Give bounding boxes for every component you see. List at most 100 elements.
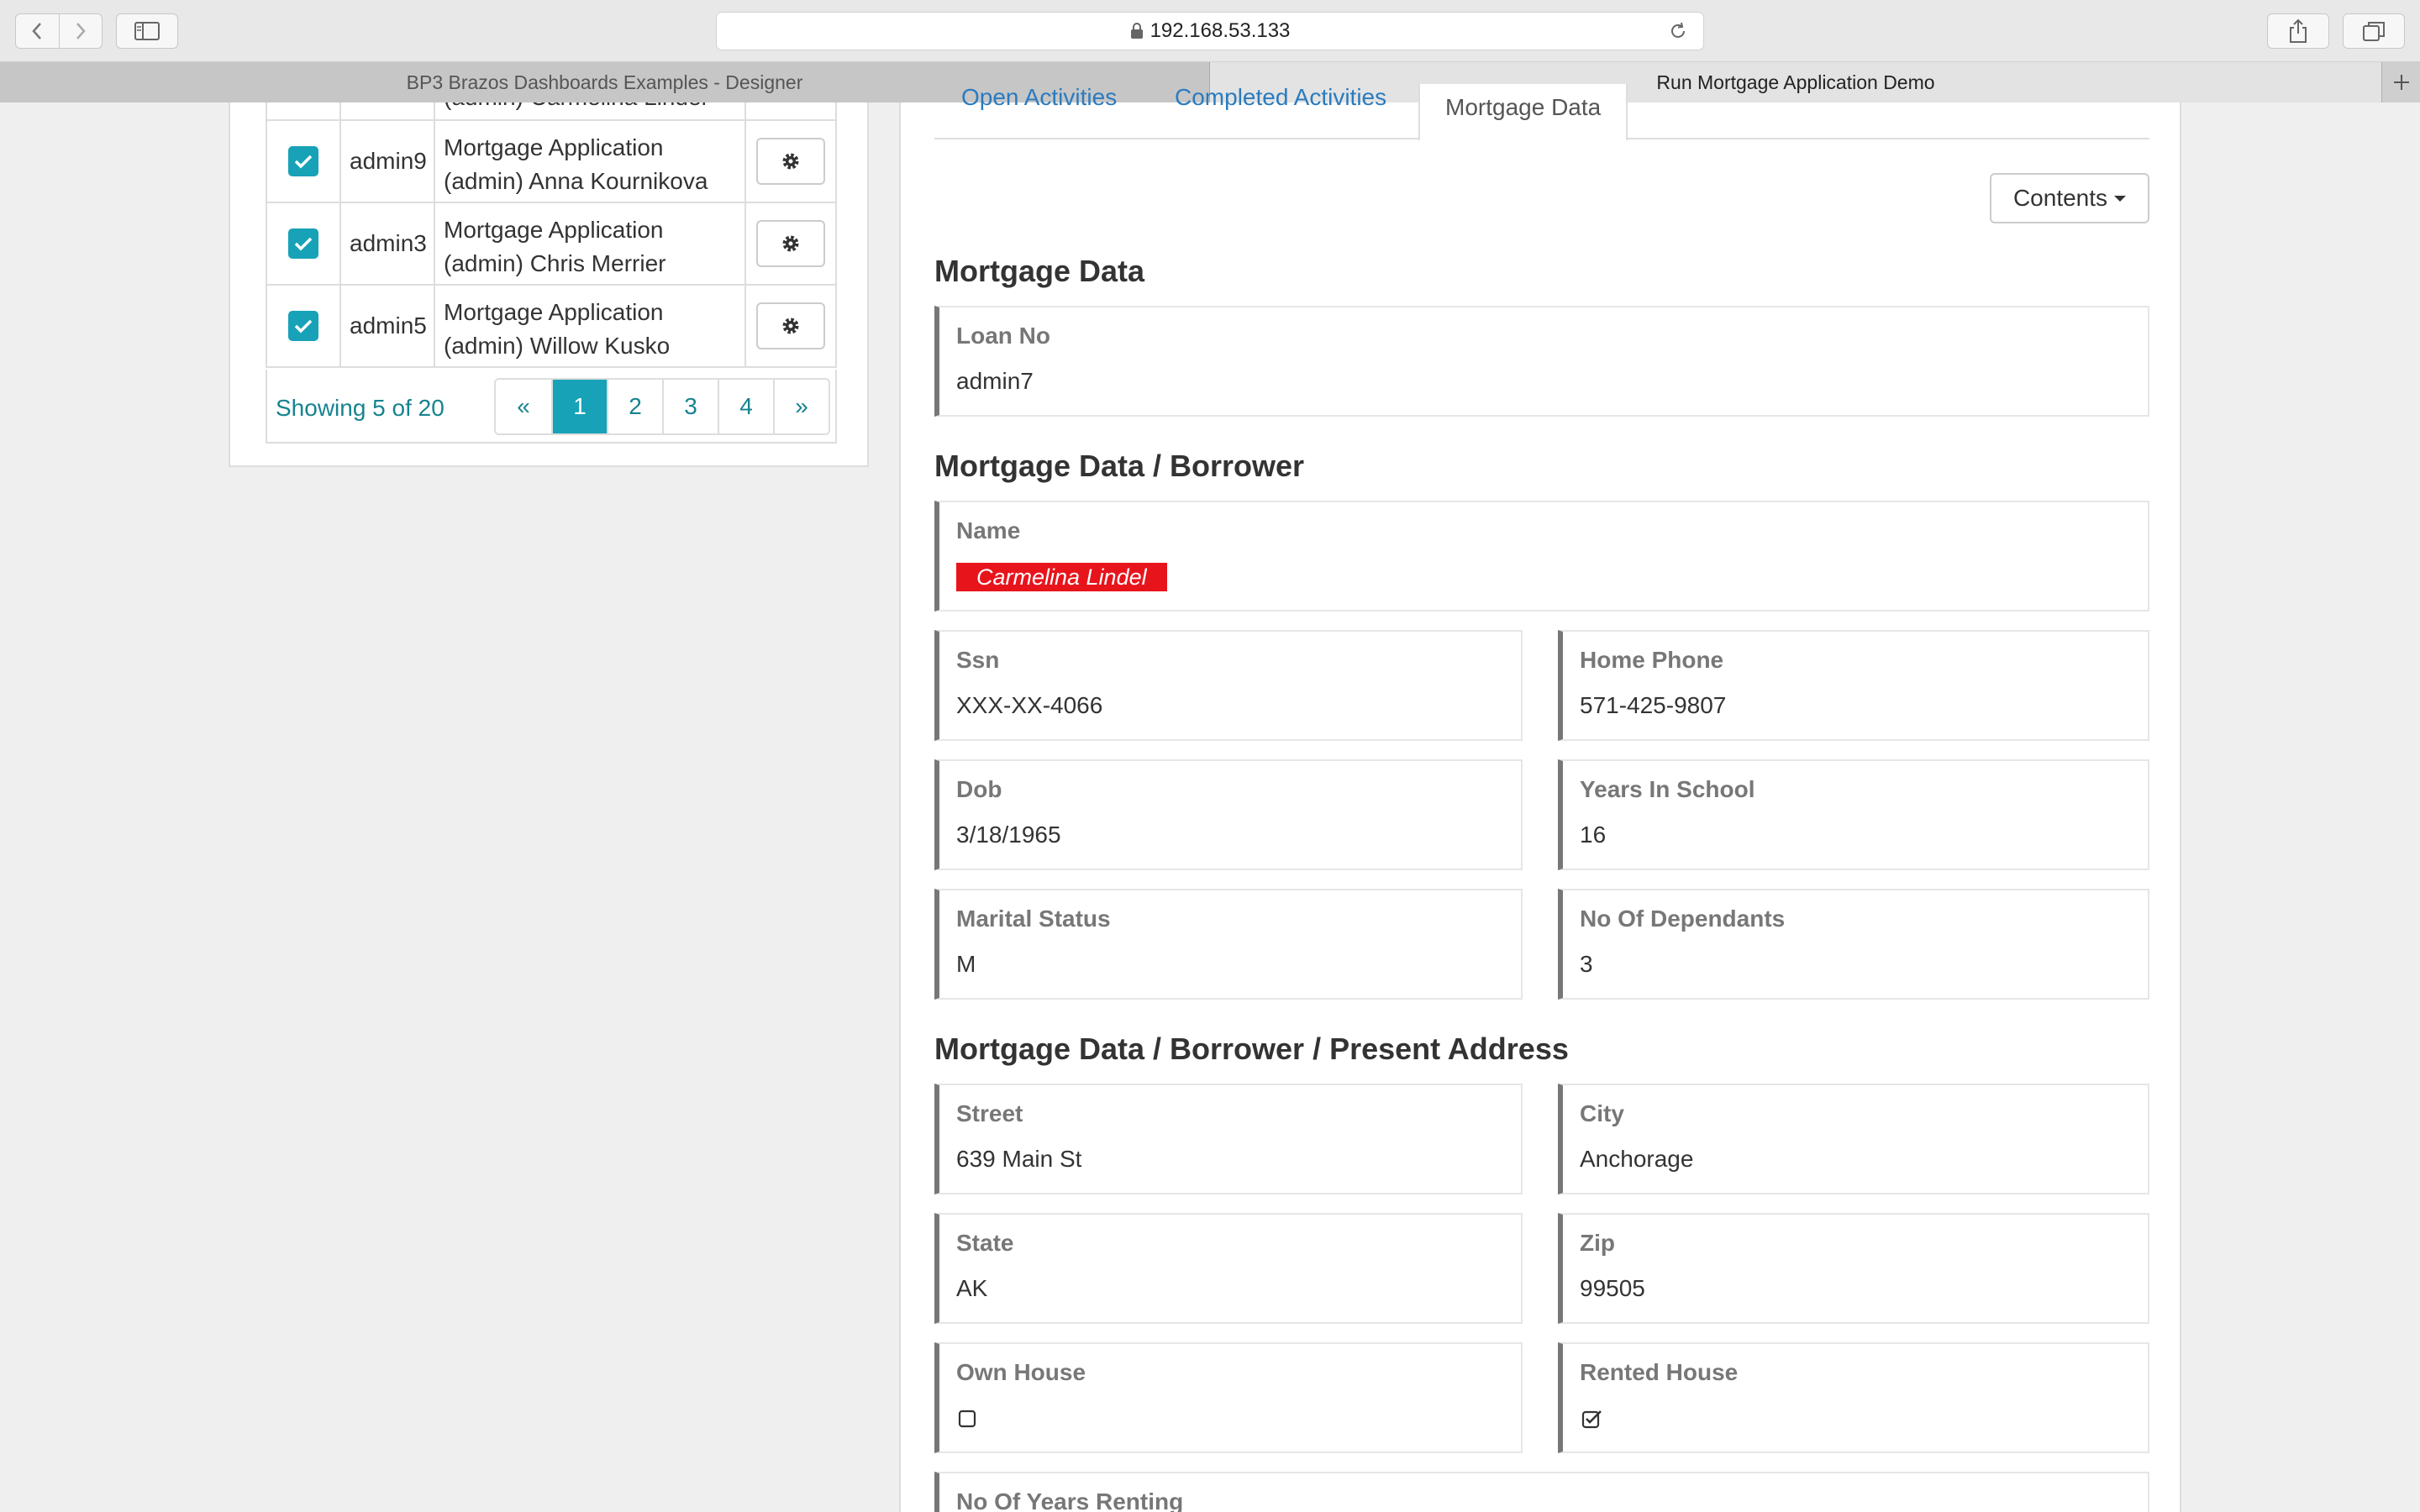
tab-open-activities[interactable]: Open Activities <box>961 84 1117 111</box>
task-checkbox[interactable] <box>288 146 318 176</box>
page-4-button[interactable]: 4 <box>718 380 773 433</box>
field-no-of-dependants: No Of Dependants 3 <box>1558 889 2149 1000</box>
field-no-of-years-renting: No Of Years Renting <box>934 1472 2149 1512</box>
browser-toolbar: 192.168.53.133 <box>0 0 2420 62</box>
checked-box-icon <box>1581 1410 1603 1434</box>
chevron-right-icon <box>76 23 86 39</box>
check-icon <box>294 319 313 333</box>
field-value: 3/18/1965 <box>956 822 1061 848</box>
field-rented-house: Rented House <box>1558 1342 2149 1453</box>
task-name[interactable]: Mortgage Application (admin) Anna Kourni… <box>435 121 746 202</box>
field-name: Name Carmelina Lindel <box>934 501 2149 612</box>
new-tab-button[interactable] <box>2381 62 2420 102</box>
sidebar-icon <box>134 22 160 40</box>
check-icon <box>294 237 313 251</box>
gear-icon <box>782 235 799 252</box>
section-title-address: Mortgage Data / Borrower / Present Addre… <box>934 1032 1569 1066</box>
field-value: AK <box>956 1275 988 1301</box>
task-name-line1: Mortgage Application <box>444 217 664 243</box>
field-label: Loan No <box>956 323 1050 349</box>
sidebar-toggle-button[interactable] <box>116 13 178 49</box>
field-label: Street <box>956 1100 1023 1126</box>
table-row: admin9 Mortgage Application (admin) Anna… <box>266 121 837 203</box>
field-marital-status: Marital Status M <box>934 889 1523 1000</box>
field-label: Name <box>956 517 1021 543</box>
field-dob: Dob 3/18/1965 <box>934 759 1523 870</box>
detail-tabs: Open Activities Completed Activities Mor… <box>934 84 2149 141</box>
address-bar[interactable]: 192.168.53.133 <box>716 12 1704 50</box>
task-name[interactable]: Mortgage Application (admin) Willow Kusk… <box>435 286 746 366</box>
task-settings-button[interactable] <box>756 302 825 349</box>
field-value: XXX-XX-4066 <box>956 692 1103 718</box>
contents-dropdown-button[interactable]: Contents <box>1990 173 2149 223</box>
share-icon <box>2290 18 2307 43</box>
task-settings-button[interactable] <box>756 220 825 267</box>
tabs-overview-icon <box>2363 22 2385 41</box>
field-value: 3 <box>1580 951 1593 977</box>
show-tabs-button[interactable] <box>2343 13 2405 49</box>
field-zip: Zip 99505 <box>1558 1213 2149 1324</box>
page-prev-button[interactable]: « <box>496 380 551 433</box>
field-label: Zip <box>1580 1230 1615 1256</box>
task-name-line1: Mortgage Application <box>444 134 664 160</box>
field-label: Rented House <box>1580 1359 1739 1385</box>
task-settings-button[interactable] <box>756 138 825 185</box>
page-2-button[interactable]: 2 <box>607 380 662 433</box>
gear-icon <box>782 318 799 334</box>
field-value: 571-425-9807 <box>1580 692 1727 718</box>
task-name: (admin) Carmelina Lindel <box>435 102 746 119</box>
task-name-line2: (admin) Chris Merrier <box>444 250 666 276</box>
field-label: Home Phone <box>1580 647 1724 673</box>
task-id: admin9 <box>341 121 435 202</box>
share-button[interactable] <box>2267 13 2329 49</box>
task-checkbox[interactable] <box>288 228 318 259</box>
field-label: Years In School <box>1580 776 1755 802</box>
field-loan-no: Loan No admin7 <box>934 306 2149 417</box>
field-label: Dob <box>956 776 1002 802</box>
table-row: admin3 Mortgage Application (admin) Chri… <box>266 203 837 286</box>
unchecked-box-icon <box>958 1410 978 1434</box>
pagination: « 1 2 3 4 » <box>494 378 830 435</box>
gear-icon <box>782 153 799 170</box>
field-label: No Of Years Renting <box>956 1488 1184 1512</box>
section-title-mortgage: Mortgage Data <box>934 254 1145 288</box>
field-label: Own House <box>956 1359 1086 1385</box>
field-street: Street 639 Main St <box>934 1084 1523 1194</box>
showing-count: Showing 5 of 20 <box>276 395 445 421</box>
table-footer: Showing 5 of 20 « 1 2 3 4 » <box>266 370 837 444</box>
page-next-button[interactable]: » <box>773 380 829 433</box>
task-id: admin5 <box>341 286 435 366</box>
forward-button[interactable] <box>58 14 103 48</box>
history-buttons <box>15 13 103 49</box>
field-city: City Anchorage <box>1558 1084 2149 1194</box>
page-1-button[interactable]: 1 <box>551 380 607 433</box>
reload-icon[interactable] <box>1668 21 1688 45</box>
caret-down-icon <box>2114 195 2127 202</box>
contents-label: Contents <box>2012 185 2108 211</box>
tab-completed-activities[interactable]: Completed Activities <box>1175 84 1386 111</box>
field-home-phone: Home Phone 571-425-9807 <box>1558 630 2149 741</box>
field-value: Anchorage <box>1580 1146 1694 1172</box>
tab-mortgage-data[interactable]: Mortgage Data <box>1418 84 1628 141</box>
task-id: admin3 <box>341 203 435 284</box>
address-text: 192.168.53.133 <box>1150 19 1291 42</box>
lock-icon <box>1130 23 1144 39</box>
check-icon <box>294 155 313 169</box>
section-title-borrower: Mortgage Data / Borrower <box>934 449 1305 483</box>
task-checkbox[interactable] <box>288 311 318 341</box>
task-list-panel: (admin) Carmelina Lindel admin9 Mortgage… <box>229 102 869 467</box>
field-label: Marital Status <box>956 906 1111 932</box>
task-name[interactable]: Mortgage Application (admin) Chris Merri… <box>435 203 746 284</box>
plus-icon <box>2393 75 2409 90</box>
field-ssn: Ssn XXX-XX-4066 <box>934 630 1523 741</box>
name-badge: Carmelina Lindel <box>956 563 1167 591</box>
back-button[interactable] <box>16 14 59 48</box>
field-own-house: Own House <box>934 1342 1523 1453</box>
table-row: admin5 Mortgage Application (admin) Will… <box>266 286 837 368</box>
field-value: 16 <box>1580 822 1607 848</box>
field-label: City <box>1580 1100 1624 1126</box>
field-value: admin7 <box>956 368 1034 394</box>
page-3-button[interactable]: 3 <box>662 380 718 433</box>
field-state: State AK <box>934 1213 1523 1324</box>
field-value: 639 Main St <box>956 1146 1082 1172</box>
